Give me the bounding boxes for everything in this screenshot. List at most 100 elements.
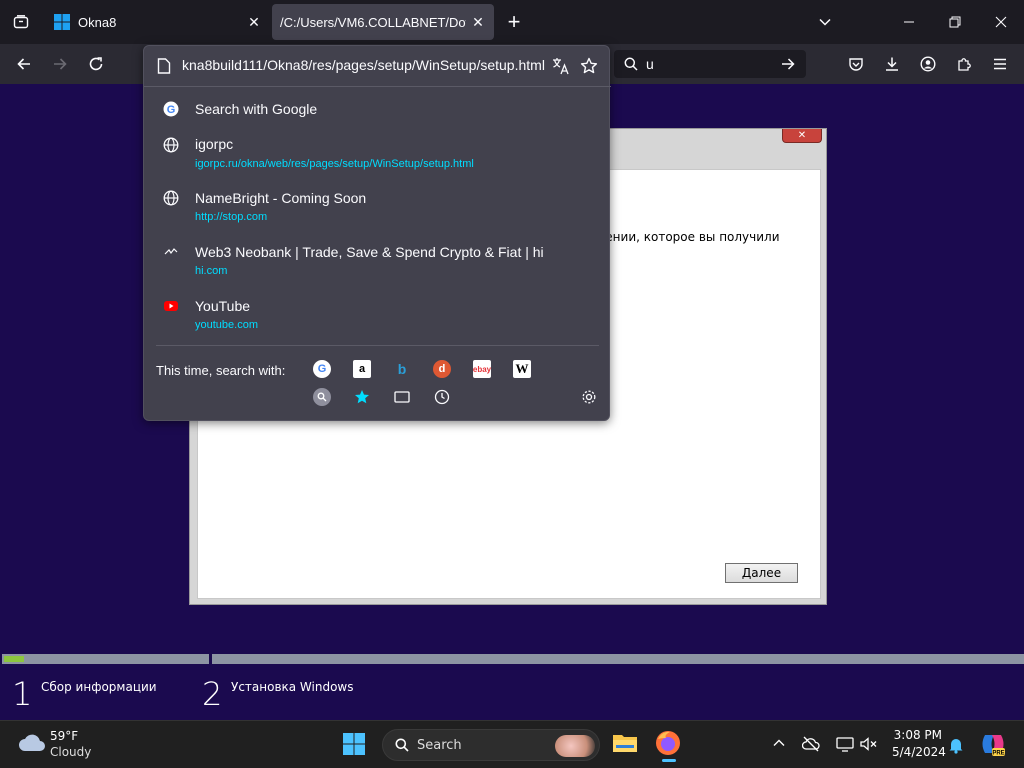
new-tab-button[interactable]: + [500,8,528,36]
ebay-engine-icon[interactable]: ebay [473,360,491,378]
folder-icon [613,735,637,752]
tab-bar: Okna8 ✕ /C:/Users/VM6.COLLABNET/Downl ✕ … [0,0,1024,44]
downloads-button[interactable] [876,48,908,80]
suggestion-title: Web3 Neobank | Trade, Save & Spend Crypt… [195,244,544,260]
search-highlight-icon [555,735,595,757]
tab-overflow-button[interactable] [802,0,848,44]
google-icon: G [162,100,180,118]
app-menu-button[interactable] [984,48,1016,80]
divider [156,345,599,346]
svg-text:PRE: PRE [992,751,1004,757]
go-arrow-icon[interactable] [780,56,796,72]
list-all-tabs-button[interactable] [0,0,42,44]
suggestion-item[interactable]: NameBright - Coming Soon http://stop.com [144,184,611,228]
suggestion-item[interactable]: Web3 Neobank | Trade, Save & Spend Crypt… [144,238,611,282]
suggestion-title: Search with Google [195,101,318,117]
pocket-button[interactable] [840,48,872,80]
onedrive-icon[interactable] [801,736,820,757]
close-icon [995,16,1007,28]
hamburger-menu-icon [994,58,1006,70]
suggestion-item[interactable]: igorpc igorpc.ru/okna/web/res/pages/setu… [144,130,611,174]
extensions-button[interactable] [948,48,980,80]
google-engine-icon[interactable]: G [313,360,331,378]
svg-text:G: G [167,104,176,116]
tab-okna8[interactable]: Okna8 ✕ [44,4,270,40]
close-tab-icon[interactable]: ✕ [468,12,488,32]
suggestion-item[interactable]: G Search with Google [144,94,611,124]
account-button[interactable] [912,48,944,80]
hi-icon [162,243,180,261]
pocket-icon [849,58,863,71]
url-input[interactable]: kna8build111/Okna8/res/pages/setup/WinSe… [182,57,548,73]
weather-temp: 59°F [50,729,79,743]
copilot-icon[interactable]: PRE [980,731,1006,762]
next-button[interactable]: Далее [725,563,798,583]
address-bar[interactable]: kna8build111/Okna8/res/pages/setup/WinSe… [144,46,611,86]
puzzle-icon [958,58,971,71]
suggestion-title: igorpc [195,136,234,152]
tab-title: /C:/Users/VM6.COLLABNET/Downl [280,15,466,30]
notification-bell-icon[interactable] [948,736,964,759]
search-engine-settings-icon[interactable] [313,388,331,406]
suggestion-item[interactable]: YouTube youtube.com [144,292,611,336]
start-button[interactable] [342,732,368,758]
display-icon[interactable] [836,736,854,757]
tab-title: Okna8 [78,15,117,30]
divider [144,86,611,87]
search-icon [395,738,409,752]
search-bar[interactable]: u [614,50,806,78]
tabs-icon[interactable] [393,388,411,406]
dialog-close-button[interactable]: ✕ [782,129,822,143]
arrow-right-icon [54,58,67,70]
close-tab-icon[interactable]: ✕ [244,12,264,32]
firefox-icon [656,731,680,755]
search-icon [624,57,638,71]
arrow-left-icon [17,58,30,70]
windows-logo-icon [54,14,70,30]
step-number: 1 [12,675,33,713]
step-label: Установка Windows [231,680,354,694]
step-label: Сбор информации [41,680,157,694]
bookmark-star-icon[interactable] [580,57,598,75]
dialog-text: дении, которое вы получили [597,230,780,244]
bookmarks-star-icon[interactable] [353,388,371,406]
suggestion-title: NameBright - Coming Soon [195,190,367,206]
translate-icon[interactable] [552,57,570,75]
taskbar-search-box[interactable]: Search [382,729,600,761]
taskbar-search-placeholder: Search [417,738,462,753]
plus-icon: + [507,9,521,34]
file-explorer-button[interactable] [612,731,640,759]
progress-fill [4,656,24,662]
clock[interactable]: 3:08 PM 5/4/2024 [890,727,946,763]
restore-button[interactable] [932,0,978,44]
globe-icon [162,189,180,207]
windows-start-icon [343,733,365,755]
chevron-down-icon [819,18,831,26]
step-number: 2 [202,675,223,713]
forward-button[interactable] [44,48,76,80]
globe-icon [162,136,180,154]
weather-condition: Cloudy [50,745,92,759]
reload-button[interactable] [80,48,112,80]
bing-engine-icon[interactable]: b [393,360,411,378]
wikipedia-engine-icon[interactable]: W [513,360,531,378]
duckduckgo-engine-icon[interactable]: d [433,360,451,378]
progress-segment-2 [212,654,1024,664]
chevron-up-icon[interactable] [772,736,786,755]
progress-segment-1 [2,654,209,664]
history-clock-icon[interactable] [433,388,451,406]
firefox-button[interactable] [654,729,684,763]
back-button[interactable] [8,48,40,80]
amazon-engine-icon[interactable]: a [353,360,371,378]
volume-muted-icon[interactable] [860,736,878,757]
taskbar: 59°F Cloudy Search 3:08 PM 5/4/2024 PRE [0,720,1024,768]
minimize-button[interactable] [886,0,932,44]
gear-icon[interactable] [580,388,598,406]
suggestion-url: hi.com [195,265,228,277]
search-input[interactable]: u [646,56,654,72]
suggestion-title: YouTube [195,298,251,314]
tab-local-file[interactable]: /C:/Users/VM6.COLLABNET/Downl ✕ [272,4,494,40]
close-window-button[interactable] [978,0,1024,44]
account-icon [920,56,936,72]
weather-widget[interactable]: 59°F Cloudy [14,727,124,763]
